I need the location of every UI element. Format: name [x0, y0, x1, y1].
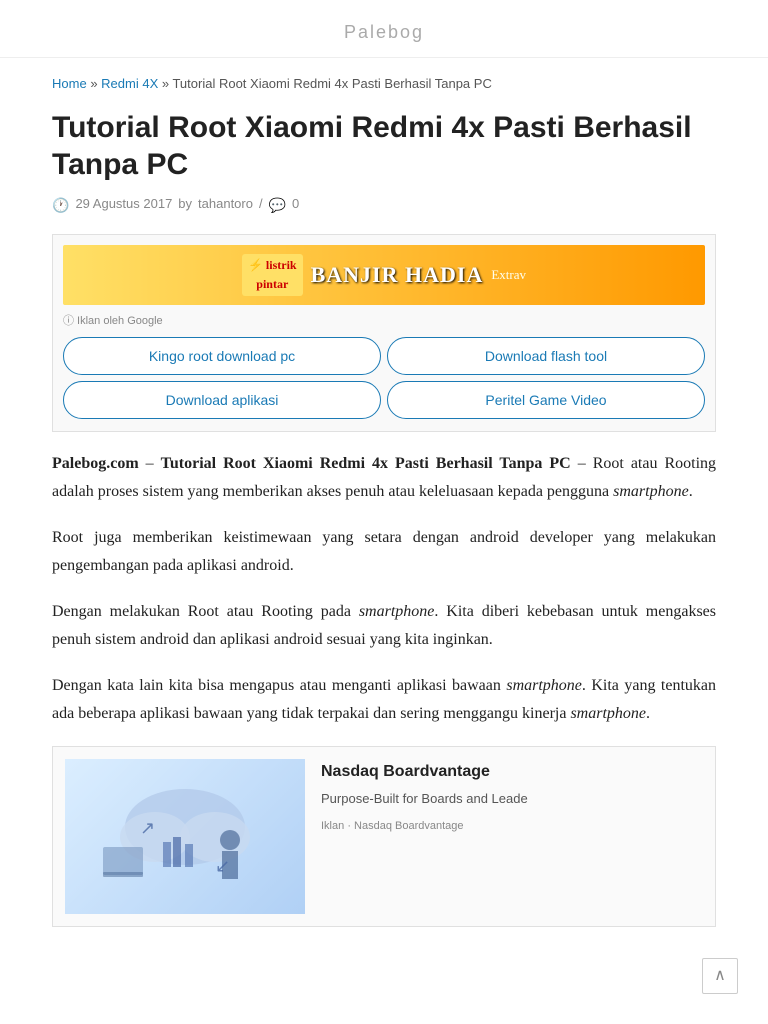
- ad-link-peritel[interactable]: Peritel Game Video: [387, 381, 705, 419]
- intro-site: Palebog.com: [52, 455, 139, 472]
- post-author[interactable]: tahantoro: [198, 194, 253, 215]
- intro-bold: Tutorial Root Xiaomi Redmi 4x Pasti Berh…: [161, 455, 571, 472]
- ad-link-flash[interactable]: Download flash tool: [387, 337, 705, 375]
- promo-description: Purpose-Built for Boards and Leade: [321, 789, 703, 810]
- ad-link-kingo[interactable]: Kingo root download pc: [63, 337, 381, 375]
- back-to-top-button[interactable]: ∧: [702, 958, 738, 994]
- breadcrumb-home[interactable]: Home: [52, 76, 87, 91]
- promo-ad-source: Nasdaq Boardvantage: [354, 820, 463, 832]
- breadcrumb-redmi4x[interactable]: Redmi 4X: [101, 76, 158, 91]
- breadcrumb: Home » Redmi 4X » Tutorial Root Xiaomi R…: [52, 74, 716, 95]
- post-date: 29 Agustus 2017: [75, 194, 172, 215]
- ad-banner-sub: Extrav: [491, 265, 526, 286]
- post-comments: 0: [292, 194, 299, 215]
- breadcrumb-current: Tutorial Root Xiaomi Redmi 4x Pasti Berh…: [172, 76, 491, 91]
- para4-smartphone: smartphone: [506, 677, 582, 694]
- post-paragraph-3: Dengan melakukan Root atau Rooting pada …: [52, 598, 716, 654]
- post-body: Palebog.com – Tutorial Root Xiaomi Redmi…: [52, 450, 716, 728]
- ad-banner-text: BANJIR HADIA: [311, 257, 484, 292]
- promo-block: ↗ ↙ Nasdaq Boardvantage Purpose-Built fo…: [52, 746, 716, 927]
- promo-ad-label: Iklan · Nasdaq Boardvantage: [321, 818, 703, 836]
- svg-text:↙: ↙: [215, 856, 230, 876]
- intro-dash: –: [146, 455, 154, 472]
- para3-smartphone: smartphone: [359, 603, 435, 620]
- post-title: Tutorial Root Xiaomi Redmi 4x Pasti Berh…: [52, 109, 716, 184]
- ad-link-aplikasi[interactable]: Download aplikasi: [63, 381, 381, 419]
- ad-banner: ⚡ listrikpintar BANJIR HADIA Extrav: [63, 245, 705, 305]
- promo-title: Nasdaq Boardvantage: [321, 759, 703, 785]
- intro-smartphone: smartphone: [613, 483, 689, 500]
- post-meta: 🕐 29 Agustus 2017 by tahantoro / 💬 0: [52, 194, 716, 216]
- listrik-badge: ⚡ listrikpintar: [242, 254, 303, 296]
- para4-smartphone2: smartphone: [570, 705, 646, 722]
- post-paragraph-1: Palebog.com – Tutorial Root Xiaomi Redmi…: [52, 450, 716, 506]
- post-paragraph-4: Dengan kata lain kita bisa mengapus atau…: [52, 672, 716, 728]
- site-title: Palebog: [344, 22, 424, 42]
- ad-label: ⓘ Iklan oleh Google: [63, 313, 705, 331]
- ad-block: ⚡ listrikpintar BANJIR HADIA Extrav ⓘ Ik…: [52, 234, 716, 432]
- ad-links-grid: Kingo root download pc Download flash to…: [63, 337, 705, 420]
- comment-icon: 💬: [269, 194, 286, 216]
- intro-dash2: –: [578, 455, 586, 472]
- clock-icon: 🕐: [52, 194, 69, 216]
- svg-text:↗: ↗: [140, 818, 155, 838]
- promo-text-area: Nasdaq Boardvantage Purpose-Built for Bo…: [321, 759, 703, 835]
- promo-image: ↗ ↙: [65, 759, 305, 914]
- site-header: Palebog: [0, 0, 768, 58]
- post-paragraph-2: Root juga memberikan keistimewaan yang s…: [52, 524, 716, 580]
- content-wrap: Home » Redmi 4X » Tutorial Root Xiaomi R…: [24, 74, 744, 988]
